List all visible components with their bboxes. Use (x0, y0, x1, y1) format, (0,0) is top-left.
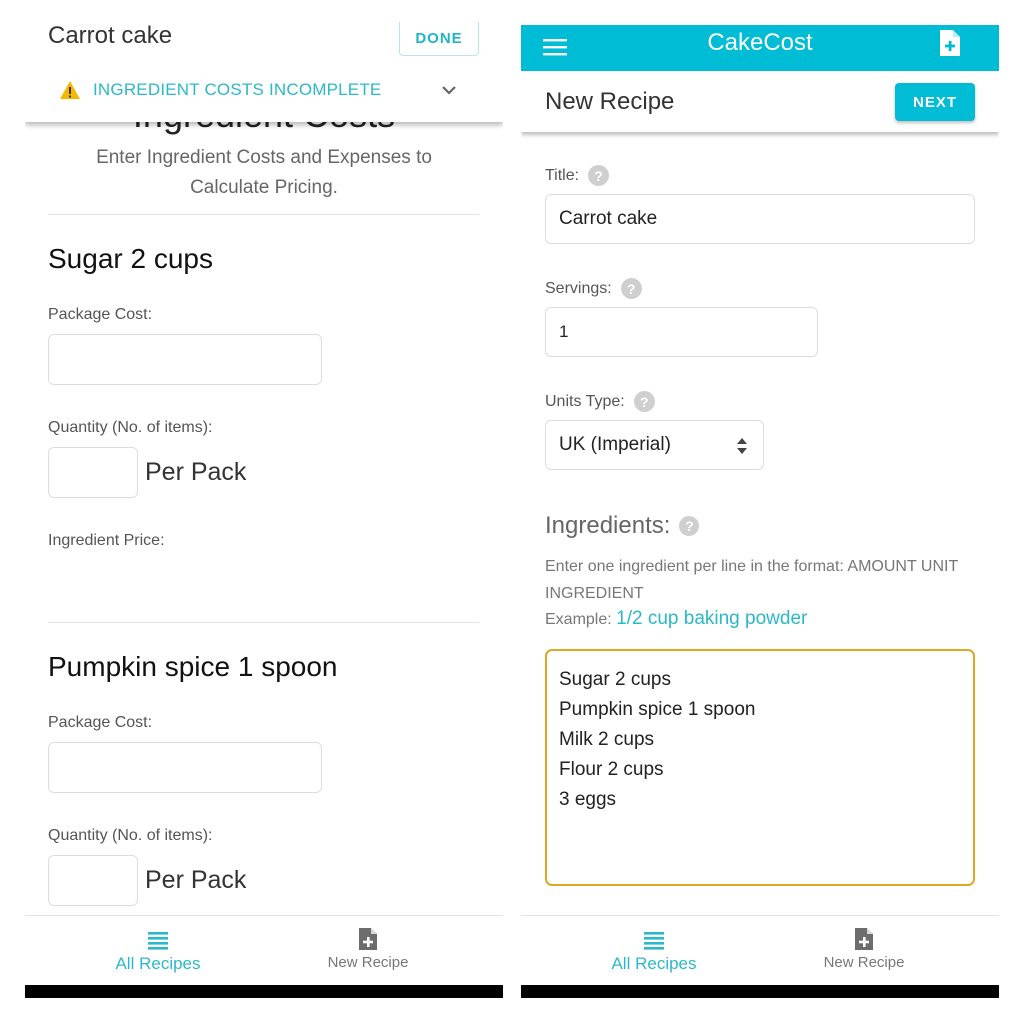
ingredient-price-label: Ingredient Price: (48, 532, 165, 549)
servings-input[interactable]: 1 (545, 307, 818, 357)
title-label: Title: ? (545, 165, 610, 186)
units-type-label-text: Units Type: (545, 392, 625, 410)
recipe-title: Carrot cake (48, 22, 173, 49)
bottom-navigation: All Recipes New Recipe (25, 915, 503, 985)
help-icon[interactable]: ? (679, 516, 700, 536)
app-bar: CakeCost (521, 25, 999, 71)
ingredient-heading: Sugar 2 cups (48, 243, 213, 274)
ingredient-heading: Pumpkin spice 1 spoon (48, 651, 338, 682)
ingredients-textarea[interactable]: Sugar 2 cups Pumpkin spice 1 spoon Milk … (545, 649, 975, 886)
help-icon[interactable]: ? (633, 391, 655, 412)
help-icon[interactable]: ? (588, 165, 610, 186)
divider (48, 214, 479, 215)
servings-label: Servings: ? (545, 278, 642, 299)
next-button[interactable]: NEXT (895, 83, 975, 121)
ingredient-line: Flour 2 cups (559, 759, 664, 780)
quantity-label: Quantity (No. of items): (48, 827, 213, 844)
ingredient-line: 3 eggs (559, 789, 617, 810)
ingredient-line: Sugar 2 cups (559, 669, 671, 690)
nav-new-recipe[interactable]: New Recipe (268, 926, 468, 971)
page-title: New Recipe (545, 88, 675, 115)
nav-label: All Recipes (115, 954, 201, 973)
list-icon (148, 932, 168, 950)
chevron-down-icon[interactable] (439, 82, 459, 98)
nav-new-recipe[interactable]: New Recipe (764, 926, 964, 971)
quantity-input[interactable] (48, 447, 138, 498)
ingredient-line: Milk 2 cups (559, 729, 655, 750)
divider (48, 622, 479, 623)
units-type-value: UK (Imperial) (559, 434, 671, 455)
page-header: New Recipe NEXT (521, 71, 999, 132)
warning-icon (60, 81, 80, 99)
title-input[interactable]: Carrot cake (545, 194, 975, 244)
bottom-navigation: All Recipes New Recipe (521, 915, 999, 985)
ingredient-costs-screen: Ingredient Costs Enter Ingredient Costs … (25, 0, 503, 1000)
example-value: 1/2 cup baking powder (616, 608, 808, 629)
section-subtitle: Enter Ingredient Costs and Expenses to C… (96, 147, 432, 198)
list-icon (644, 932, 664, 950)
quantity-input[interactable] (48, 855, 138, 906)
package-cost-label: Package Cost: (48, 714, 153, 731)
servings-label-text: Servings: (545, 279, 612, 297)
ingredients-label-text: Ingredients: (545, 512, 671, 539)
new-recipe-screen: CakeCost New Recipe NEXT Title: ? Carrot… (521, 0, 999, 1000)
nav-label: New Recipe (327, 954, 409, 971)
package-cost-input[interactable] (48, 334, 322, 385)
system-nav-bar (521, 985, 999, 998)
system-nav-bar (25, 985, 503, 998)
add-document-icon (359, 928, 377, 950)
example-prefix: Example: (545, 611, 612, 628)
per-pack-label: Per Pack (145, 458, 247, 486)
nav-label: All Recipes (611, 954, 697, 973)
package-cost-input[interactable] (48, 742, 322, 793)
title-label-text: Title: (545, 166, 580, 184)
warning-text: INGREDIENT COSTS INCOMPLETE (93, 80, 382, 99)
quantity-label: Quantity (No. of items): (48, 419, 213, 436)
ingredients-help-text: Enter one ingredient per line in the for… (545, 558, 958, 602)
units-type-select[interactable]: UK (Imperial) (545, 420, 764, 470)
app-title: CakeCost (707, 29, 813, 56)
ingredients-label: Ingredients: ? (545, 512, 700, 540)
nav-all-recipes[interactable]: All Recipes (58, 926, 258, 974)
ingredients-example: Example: 1/2 cup baking powder (545, 608, 807, 630)
package-cost-label: Package Cost: (48, 306, 153, 323)
incomplete-warning[interactable]: INGREDIENT COSTS INCOMPLETE (59, 80, 381, 100)
nav-all-recipes[interactable]: All Recipes (554, 926, 754, 974)
ingredient-line: Pumpkin spice 1 spoon (559, 699, 756, 720)
add-document-icon[interactable] (938, 29, 962, 57)
recipe-header: Carrot cake DONE INGREDIENT COSTS INCOMP… (25, 0, 503, 122)
per-pack-label: Per Pack (145, 866, 247, 894)
units-type-label: Units Type: ? (545, 391, 655, 412)
add-document-icon (855, 928, 873, 950)
done-button[interactable]: DONE (399, 22, 479, 56)
nav-label: New Recipe (823, 954, 905, 971)
help-icon[interactable]: ? (620, 278, 642, 299)
select-arrows-icon (737, 438, 747, 454)
